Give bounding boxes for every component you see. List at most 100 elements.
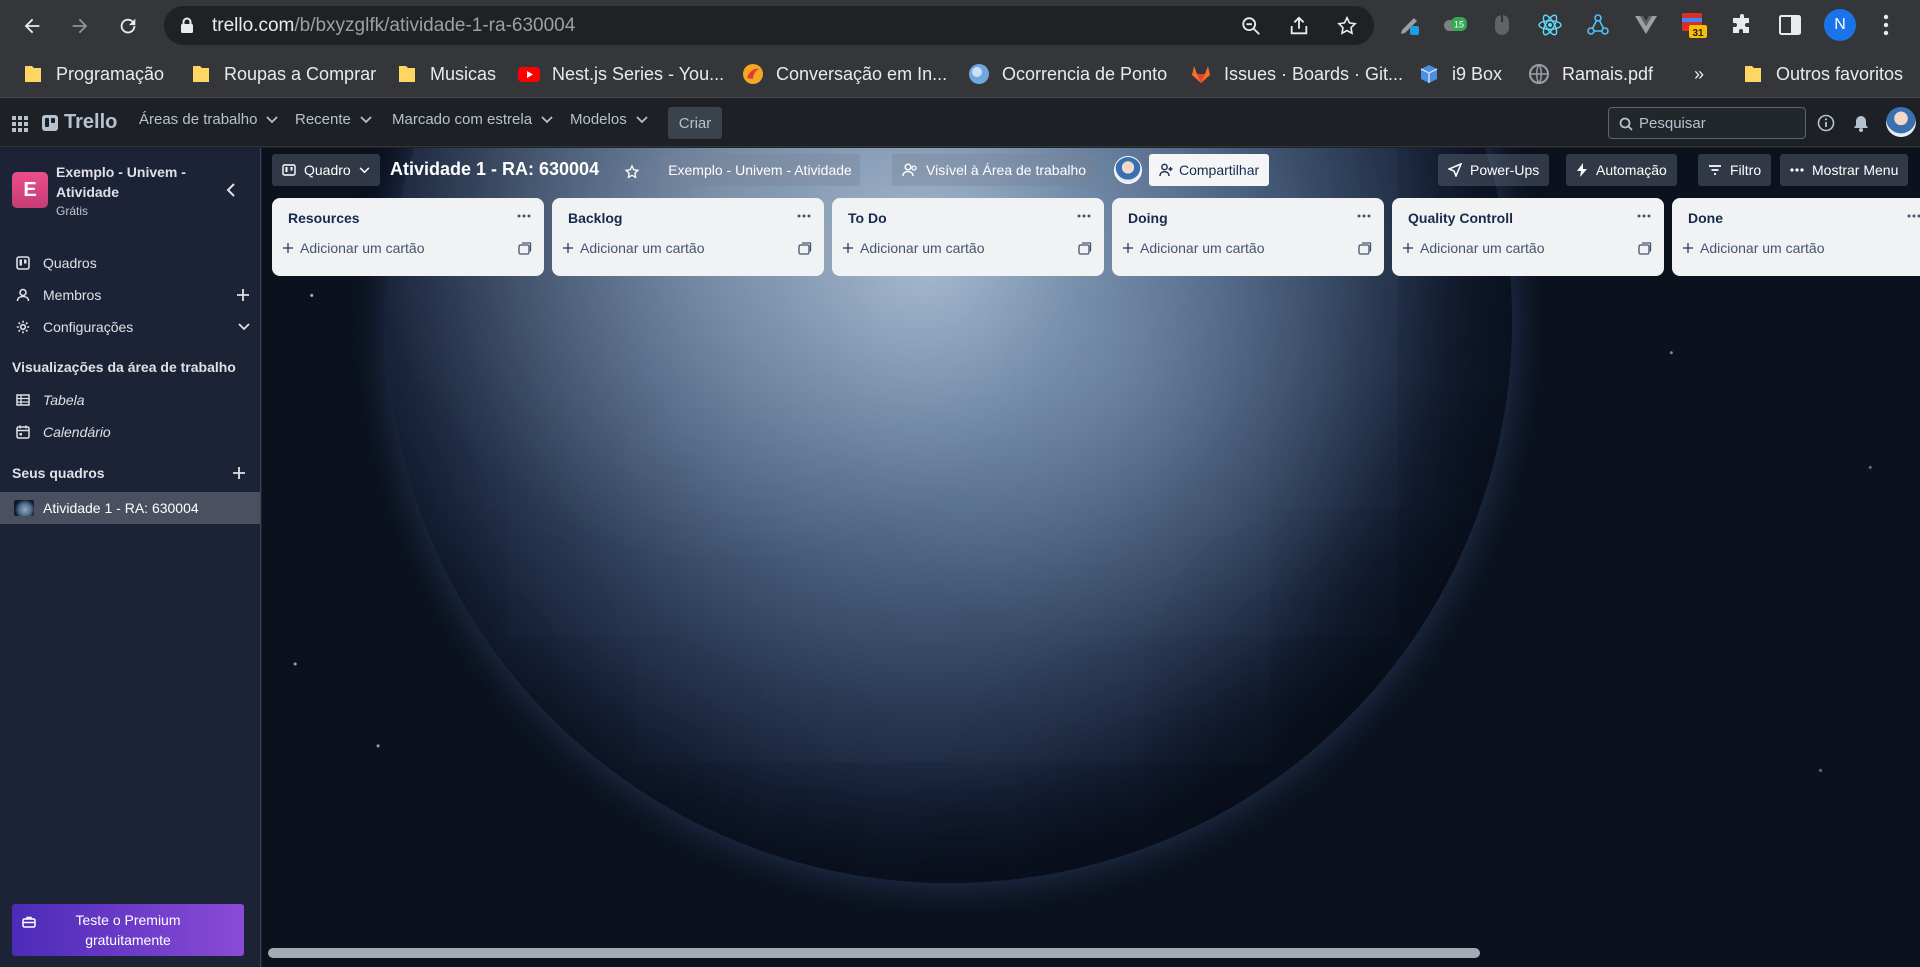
rocket-icon [1448,163,1462,177]
menu-marcado-estrela[interactable]: Marcado com estrela [392,111,553,128]
automation-button[interactable]: Automação [1566,154,1677,186]
info-icon[interactable] [1817,114,1835,132]
sidebar-item-calendario[interactable]: Calendário [0,416,260,448]
collapse-sidebar-button[interactable] [220,179,242,201]
folder-icon [399,66,415,82]
sidebar-item-membros[interactable]: Membros [0,279,260,311]
visibility-button[interactable]: Visível à Área de trabalho [892,154,1097,186]
add-card-button[interactable]: Adicionar um cartão [282,234,482,262]
trello-logo[interactable]: Trello [42,111,117,134]
list-quality-controll: Quality Controll Adicionar um cartão [1392,198,1664,276]
board-member-avatar[interactable] [1114,156,1142,184]
user-avatar[interactable] [1886,107,1916,137]
more-horizontal-icon[interactable] [794,208,814,224]
profile-avatar[interactable]: N [1824,9,1856,41]
list-resources: Resources Adicionar um cartão [272,198,544,276]
list-title[interactable]: Backlog [568,210,622,226]
toggle-extension-icon[interactable]: 15 [1442,11,1470,39]
bookmarks-bar: Programação Roupas a Comprar Musicas Nes… [0,51,1920,98]
workspace-button[interactable]: Exemplo - Univem - Atividade [660,154,860,186]
star-icon[interactable] [1336,15,1358,37]
more-horizontal-icon[interactable] [1074,208,1094,224]
list-title[interactable]: To Do [848,210,887,226]
card-template-icon[interactable] [1638,242,1652,255]
sidebar-item-quadros[interactable]: Quadros [0,247,260,279]
forward-button[interactable] [64,10,96,42]
calendar-icon [16,425,30,439]
list-title[interactable]: Done [1688,210,1723,226]
list-title[interactable]: Doing [1128,210,1168,226]
pen-extension-icon[interactable] [1396,11,1424,39]
lock-icon [181,17,193,33]
briefcase-icon [22,916,36,928]
reload-button[interactable] [112,10,144,42]
filter-button[interactable]: Filtro [1698,154,1772,186]
address-bar[interactable]: trello.com/b/bxyzglfk/atividade-1-ra-630… [164,6,1374,45]
kebab-menu-icon[interactable] [1872,11,1900,39]
more-horizontal-icon[interactable] [514,208,534,224]
board-title[interactable]: Atividade 1 - RA: 630004 [390,159,599,180]
share-page-icon[interactable] [1288,15,1310,37]
add-board-icon[interactable] [232,466,246,480]
list-title[interactable]: Resources [288,210,360,226]
bookmark-nestjs[interactable]: Nest.js Series - You... [518,61,724,87]
add-card-button[interactable]: Adicionar um cartão [1402,234,1602,262]
list-done: Done Adicionar um cartão [1672,198,1920,276]
add-card-button[interactable]: Adicionar um cartão [562,234,762,262]
star-board-button[interactable] [618,158,646,186]
horizontal-scrollbar[interactable] [268,948,1480,958]
more-horizontal-icon[interactable] [1904,208,1920,224]
bell-icon[interactable] [1853,114,1869,132]
sidebar: E Exemplo - Univem - Atividade Grátis Qu… [0,148,261,967]
more-horizontal-icon[interactable] [1634,208,1654,224]
mouse-extension-icon[interactable] [1488,11,1516,39]
list-doing: Doing Adicionar um cartão [1112,198,1384,276]
card-template-icon[interactable] [1078,242,1092,255]
add-member-icon[interactable] [236,288,250,302]
sidebar-item-configuracoes[interactable]: Configurações [0,311,260,343]
react-devtools-icon[interactable] [1536,11,1564,39]
add-card-button[interactable]: Adicionar um cartão [842,234,1042,262]
show-menu-button[interactable]: Mostrar Menu [1780,154,1909,186]
bookmark-outros-favoritos[interactable]: Outros favoritos [1742,61,1903,87]
create-button[interactable]: Criar [668,107,722,139]
zoom-icon[interactable] [1240,15,1262,37]
more-horizontal-icon[interactable] [1354,208,1374,224]
add-card-button[interactable]: Adicionar um cartão [1122,234,1322,262]
bookmark-gitlab[interactable]: Issues · Boards · Git... [1190,61,1403,87]
sidebar-board-atividade[interactable]: Atividade 1 - RA: 630004 [0,492,260,524]
premium-trial-button[interactable]: Teste o Premium gratuitamente [12,904,244,956]
calendar-extension-icon[interactable]: 31 [1680,11,1708,39]
bookmark-programacao[interactable]: Programação [22,61,164,87]
bookmarks-overflow[interactable]: » [1694,61,1704,87]
board-view-icon [282,164,296,176]
bookmark-ramais[interactable]: Ramais.pdf [1528,61,1653,87]
menu-areas-trabalho[interactable]: Áreas de trabalho [139,111,279,128]
folder-icon [25,66,41,82]
puzzle-icon[interactable] [1728,11,1756,39]
bookmark-roupas[interactable]: Roupas a Comprar [190,61,376,87]
card-template-icon[interactable] [798,242,812,255]
sidebar-item-tabela[interactable]: Tabela [0,384,260,416]
bookmark-ocorrencia[interactable]: Ocorrencia de Ponto [968,61,1167,87]
bookmark-musicas[interactable]: Musicas [396,61,496,87]
powerups-button[interactable]: Power-Ups [1438,154,1550,186]
graph-extension-icon[interactable] [1584,11,1612,39]
card-template-icon[interactable] [518,242,532,255]
bookmark-i9box[interactable]: i9 Box [1418,61,1502,87]
view-switcher-button[interactable]: Quadro [272,154,380,186]
menu-recente[interactable]: Recente [295,111,372,128]
share-button[interactable]: Compartilhar [1149,154,1270,186]
app-switcher-icon[interactable] [12,116,28,132]
search-placeholder: Pesquisar [1639,115,1706,132]
list-title[interactable]: Quality Controll [1408,210,1513,226]
card-template-icon[interactable] [1358,242,1372,255]
workspace-name[interactable]: Exemplo - Univem - Atividade [56,162,206,202]
add-card-button[interactable]: Adicionar um cartão [1682,234,1882,262]
search-input[interactable]: Pesquisar [1608,107,1806,139]
menu-modelos[interactable]: Modelos [570,111,648,128]
bookmark-conversacao[interactable]: Conversação em In... [742,61,947,87]
side-panel-icon[interactable] [1776,11,1804,39]
back-button[interactable] [16,10,48,42]
vue-devtools-icon[interactable] [1632,11,1660,39]
